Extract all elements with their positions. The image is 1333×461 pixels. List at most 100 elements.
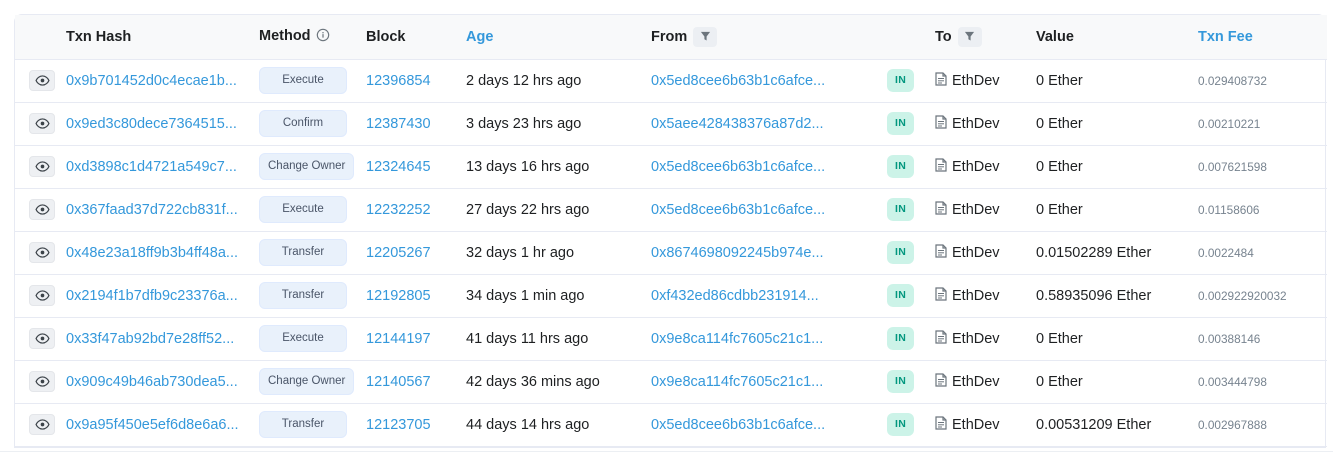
age-text: 41 days 11 hrs ago xyxy=(466,331,588,347)
contract-document-icon xyxy=(935,201,947,219)
from-address-link[interactable]: 0x5ed8cee6b63b1c6afce... xyxy=(651,159,825,175)
table-row: 0x2194f1b7dfb9c23376a... Transfer 121928… xyxy=(15,274,1327,317)
block-link[interactable]: 12324645 xyxy=(366,159,431,175)
value-text: 0 Ether xyxy=(1036,59,1198,102)
txn-fee-text: 0.01158606 xyxy=(1198,188,1327,231)
header-block: Block xyxy=(366,15,466,59)
header-to: To xyxy=(935,15,1036,59)
contract-document-icon xyxy=(935,115,947,133)
contract-document-icon xyxy=(935,72,947,90)
age-text: 32 days 1 hr ago xyxy=(466,245,574,261)
table-row: 0x367faad37d722cb831f... Execute 1223225… xyxy=(15,188,1327,231)
txn-hash-link[interactable]: 0xd3898c1d4721a549c7... xyxy=(66,159,237,175)
from-address-link[interactable]: 0xf432ed86cdbb231914... xyxy=(651,288,819,304)
header-method-label: Method xyxy=(259,28,311,44)
txn-fee-text: 0.002967888 xyxy=(1198,403,1327,446)
direction-in-badge: IN xyxy=(887,155,914,178)
eye-preview-button[interactable] xyxy=(29,242,55,263)
header-method: Method xyxy=(259,15,366,59)
txn-hash-link[interactable]: 0x909c49b46ab730dea5... xyxy=(66,374,238,390)
filter-funnel-icon[interactable] xyxy=(693,27,717,47)
eye-preview-button[interactable] xyxy=(29,199,55,220)
eye-preview-button[interactable] xyxy=(29,113,55,134)
eye-preview-button[interactable] xyxy=(29,285,55,306)
header-age-sort[interactable]: Age xyxy=(466,15,651,59)
txn-fee-text: 0.003444798 xyxy=(1198,360,1327,403)
table-row: 0x9ed3c80dece7364515... Confirm 12387430… xyxy=(15,102,1327,145)
contract-document-icon xyxy=(935,330,947,348)
from-address-link[interactable]: 0x9e8ca114fc7605c21c1... xyxy=(651,374,823,390)
txn-fee-text: 0.00210221 xyxy=(1198,102,1327,145)
from-address-link[interactable]: 0x8674698092245b974e... xyxy=(651,245,824,261)
to-name-link[interactable]: EthDev xyxy=(952,73,1000,89)
method-badge: Change Owner xyxy=(259,153,354,181)
block-link[interactable]: 12144197 xyxy=(366,331,431,347)
txn-hash-link[interactable]: 0x2194f1b7dfb9c23376a... xyxy=(66,288,238,304)
txn-hash-link[interactable]: 0x9ed3c80dece7364515... xyxy=(66,116,237,132)
block-link[interactable]: 12205267 xyxy=(366,245,431,261)
txn-hash-link[interactable]: 0x367faad37d722cb831f... xyxy=(66,202,238,218)
direction-in-badge: IN xyxy=(887,69,914,92)
eye-preview-button[interactable] xyxy=(29,70,55,91)
value-text: 0 Ether xyxy=(1036,317,1198,360)
eye-preview-button[interactable] xyxy=(29,328,55,349)
method-badge: Execute xyxy=(259,196,347,224)
to-name-link[interactable]: EthDev xyxy=(952,202,1000,218)
transactions-table-card: Txn Hash Method Block Age From To Value … xyxy=(14,14,1326,448)
from-address-link[interactable]: 0x5ed8cee6b63b1c6afce... xyxy=(651,202,825,218)
to-name-link[interactable]: EthDev xyxy=(952,417,1000,433)
header-txn-hash: Txn Hash xyxy=(66,15,259,59)
info-circle-icon[interactable] xyxy=(316,28,330,46)
to-name-link[interactable]: EthDev xyxy=(952,159,1000,175)
method-badge: Transfer xyxy=(259,411,347,439)
filter-funnel-icon[interactable] xyxy=(958,27,982,47)
block-link[interactable]: 12123705 xyxy=(366,417,431,433)
header-direction-spacer xyxy=(887,15,935,59)
to-name-link[interactable]: EthDev xyxy=(952,374,1000,390)
method-badge: Transfer xyxy=(259,282,347,310)
direction-in-badge: IN xyxy=(887,327,914,350)
contract-document-icon xyxy=(935,244,947,262)
block-link[interactable]: 12140567 xyxy=(366,374,431,390)
table-row: 0xd3898c1d4721a549c7... Change Owner 123… xyxy=(15,145,1327,188)
direction-in-badge: IN xyxy=(887,241,914,264)
value-text: 0.01502289 Ether xyxy=(1036,231,1198,274)
direction-in-badge: IN xyxy=(887,198,914,221)
from-address-link[interactable]: 0x5aee428438376a87d2... xyxy=(651,116,824,132)
direction-in-badge: IN xyxy=(887,112,914,135)
header-txn-fee-sort[interactable]: Txn Fee xyxy=(1198,15,1327,59)
block-link[interactable]: 12387430 xyxy=(366,116,431,132)
eye-preview-button[interactable] xyxy=(29,371,55,392)
table-row: 0x33f47ab92bd7e28ff52... Execute 1214419… xyxy=(15,317,1327,360)
txn-hash-link[interactable]: 0x33f47ab92bd7e28ff52... xyxy=(66,331,234,347)
block-link[interactable]: 12192805 xyxy=(366,288,431,304)
age-text: 34 days 1 min ago xyxy=(466,288,585,304)
value-text: 0.58935096 Ether xyxy=(1036,274,1198,317)
table-row: 0x909c49b46ab730dea5... Change Owner 121… xyxy=(15,360,1327,403)
table-row: 0x9b701452d0c4ecae1b... Execute 12396854… xyxy=(15,59,1327,102)
txn-hash-link[interactable]: 0x48e23a18ff9b3b4ff48a... xyxy=(66,245,238,261)
direction-in-badge: IN xyxy=(887,284,914,307)
eye-preview-button[interactable] xyxy=(29,414,55,435)
method-badge: Change Owner xyxy=(259,368,354,396)
from-address-link[interactable]: 0x5ed8cee6b63b1c6afce... xyxy=(651,73,825,89)
to-name-link[interactable]: EthDev xyxy=(952,116,1000,132)
block-link[interactable]: 12396854 xyxy=(366,73,431,89)
direction-in-badge: IN xyxy=(887,413,914,436)
from-address-link[interactable]: 0x5ed8cee6b63b1c6afce... xyxy=(651,417,825,433)
transactions-table: Txn Hash Method Block Age From To Value … xyxy=(15,15,1327,447)
txn-fee-text: 0.002922920032 xyxy=(1198,274,1327,317)
txn-hash-link[interactable]: 0x9b701452d0c4ecae1b... xyxy=(66,73,237,89)
block-link[interactable]: 12232252 xyxy=(366,202,431,218)
to-name-link[interactable]: EthDev xyxy=(952,331,1000,347)
value-text: 0 Ether xyxy=(1036,145,1198,188)
age-text: 44 days 14 hrs ago xyxy=(466,417,589,433)
to-name-link[interactable]: EthDev xyxy=(952,245,1000,261)
to-name-link[interactable]: EthDev xyxy=(952,288,1000,304)
age-text: 2 days 12 hrs ago xyxy=(466,73,581,89)
txn-hash-link[interactable]: 0x9a95f450e5ef6d8e6a6... xyxy=(66,417,239,433)
from-address-link[interactable]: 0x9e8ca114fc7605c21c1... xyxy=(651,331,823,347)
value-text: 0.00531209 Ether xyxy=(1036,403,1198,446)
eye-preview-button[interactable] xyxy=(29,156,55,177)
value-text: 0 Ether xyxy=(1036,102,1198,145)
